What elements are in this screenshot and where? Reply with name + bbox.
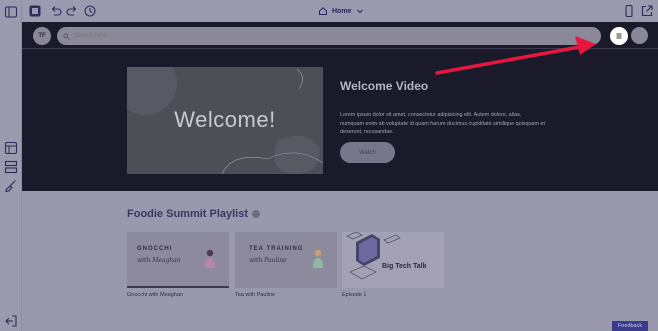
brush-icon[interactable] [4,179,18,193]
hero-description: Lorem ipsum dolor sit amet, consectetur … [340,112,545,135]
undo-icon[interactable] [49,4,63,18]
page-selector[interactable]: Home [318,4,365,18]
card-thumbnail[interactable]: GNOCCHI with Meaghan [127,232,229,288]
open-external-icon[interactable] [640,4,654,18]
mobile-preview-icon[interactable] [622,4,636,18]
app-icon[interactable] [28,4,42,18]
progress-bar [127,286,229,288]
user-avatar[interactable] [631,27,648,44]
card-thumbnail[interactable]: TEA TRAINING with Pauline [235,232,337,288]
thumb-subtitle: with Pauline [249,257,287,264]
presenter-illustration [313,249,323,268]
playlist-card[interactable]: GNOCCHI with Meaghan Gnocchi with Meagha… [127,232,229,298]
chevron-right-icon[interactable] [252,210,261,218]
page-name: Home [332,7,352,15]
site-navbar: TF [22,22,658,49]
card-caption: Tea with Pauline [235,292,276,298]
playlist-title: Foodie Summit Playlist [127,208,249,220]
site-logo[interactable]: TF [33,27,51,45]
hero-title: Welcome Video [340,79,429,93]
search-input[interactable] [74,33,274,39]
home-icon [319,7,327,15]
card-thumbnail[interactable]: Big Tech Talk [342,232,444,288]
layout-icon[interactable] [4,160,18,174]
search-bar[interactable] [57,27,601,45]
thumb-title: TEA TRAINING [249,246,304,252]
playlist-card[interactable]: TEA TRAINING with Pauline Tea with Pauli… [235,232,337,298]
menu-button[interactable] [610,27,628,45]
thumbnail-text: Welcome! [174,107,276,132]
panel-toggle-icon[interactable] [4,5,18,19]
thumb-title: GNOCCHI [137,246,173,252]
redo-icon[interactable] [65,4,79,18]
welcome-video-thumbnail[interactable]: Welcome! [127,67,323,174]
history-icon[interactable] [83,4,97,18]
card-caption: Gnocchi with Meaghan [127,292,183,298]
chevron-down-icon [357,9,364,14]
hero-section: TF Welcome! Welcome Video Lorem ipsum do… [22,22,658,191]
exit-icon[interactable] [4,314,18,328]
tech-illustration [346,232,401,280]
editor-toolbar: Home [22,0,658,22]
search-icon [63,32,70,40]
card-caption: Episode 1 [342,292,367,298]
thumb-subtitle: with Meaghan [137,257,181,264]
playlist-card[interactable]: Big Tech Talk Episode 1 [342,232,444,298]
thumb-title: Big Tech Talk [382,263,427,270]
playlist-header: Foodie Summit Playlist [127,208,261,220]
hamburger-icon [616,33,622,39]
watch-button[interactable]: Watch [340,142,395,163]
pages-icon[interactable] [4,141,18,155]
editor-sidebar [0,0,22,331]
presenter-illustration [205,249,215,268]
feedback-button[interactable]: Feedback [612,321,648,331]
